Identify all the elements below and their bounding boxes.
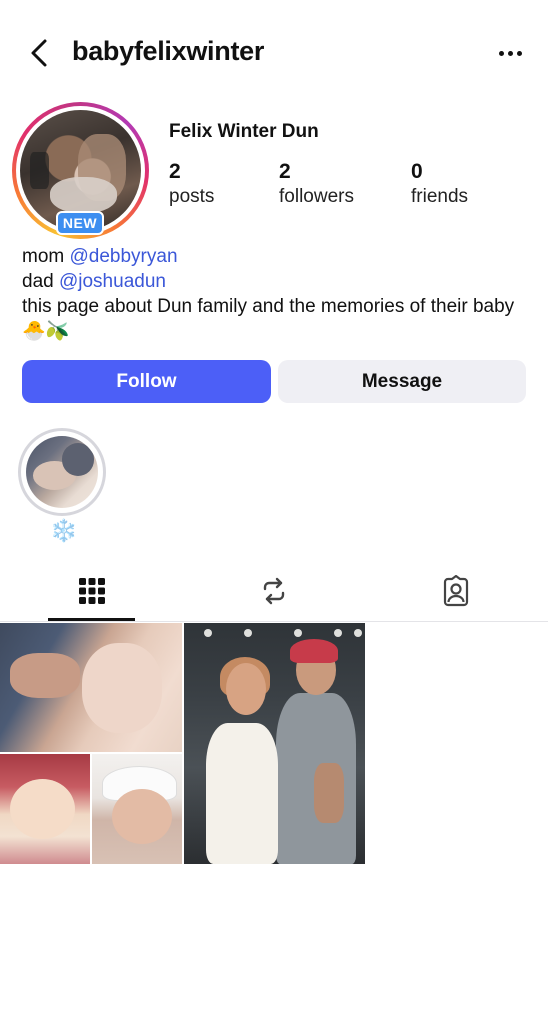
stat-label: posts: [169, 186, 215, 207]
message-button[interactable]: Message: [278, 360, 526, 403]
bio-description: this page about Dun family and the memor…: [22, 296, 515, 342]
tagged-person-icon: [443, 575, 469, 607]
stat-value: 2: [279, 160, 291, 183]
stat-followers[interactable]: 2 followers: [279, 160, 354, 208]
more-horizontal-icon: [498, 50, 504, 56]
collage-photo-sleeping-baby: [0, 623, 182, 752]
new-badge: NEW: [56, 211, 104, 235]
more-dot: [516, 50, 522, 56]
tab-reposts[interactable]: [184, 560, 364, 622]
highlight-cover: [26, 436, 98, 508]
bio-prefix: mom: [22, 246, 70, 267]
grid-icon: [79, 578, 105, 604]
display-name: Felix Winter Dun: [169, 121, 319, 142]
bio-prefix: dad: [22, 271, 59, 292]
more-options-button[interactable]: [492, 40, 528, 66]
active-tab-indicator: [48, 618, 135, 621]
collage-photo-toddler: [0, 754, 90, 864]
back-button[interactable]: [22, 36, 56, 70]
profile-username: babyfelixwinter: [72, 36, 265, 66]
profile-header: babyfelixwinter: [0, 0, 548, 100]
follow-button[interactable]: Follow: [22, 360, 271, 403]
highlight-label: ❄️: [50, 518, 78, 543]
bio-line-dad: dad @joshuadun: [22, 269, 532, 294]
stat-friends[interactable]: 0 friends: [411, 160, 468, 208]
stat-value: 2: [169, 160, 181, 183]
collage-photo-newborn: [92, 754, 182, 864]
stat-label: followers: [279, 186, 354, 207]
stat-label: friends: [411, 186, 469, 207]
post-tile[interactable]: [0, 623, 182, 864]
more-dot: [507, 50, 513, 56]
profile-bio: mom @debbyryan dad @joshuadun this page …: [22, 244, 532, 344]
post-tile[interactable]: [184, 623, 365, 864]
chevron-left-icon: [31, 39, 47, 67]
tab-tagged[interactable]: [366, 560, 546, 622]
mention-link-joshuadun[interactable]: @joshuadun: [59, 271, 166, 292]
stat-posts[interactable]: 2 posts: [169, 160, 214, 208]
tab-posts-grid[interactable]: [2, 560, 182, 622]
profile-tabs: [0, 560, 548, 622]
story-highlight[interactable]: [18, 428, 106, 516]
mention-link-debbyryan[interactable]: @debbyryan: [70, 246, 178, 267]
bio-line-mom: mom @debbyryan: [22, 244, 532, 269]
repost-icon: [263, 577, 285, 605]
stat-value: 0: [411, 160, 423, 183]
